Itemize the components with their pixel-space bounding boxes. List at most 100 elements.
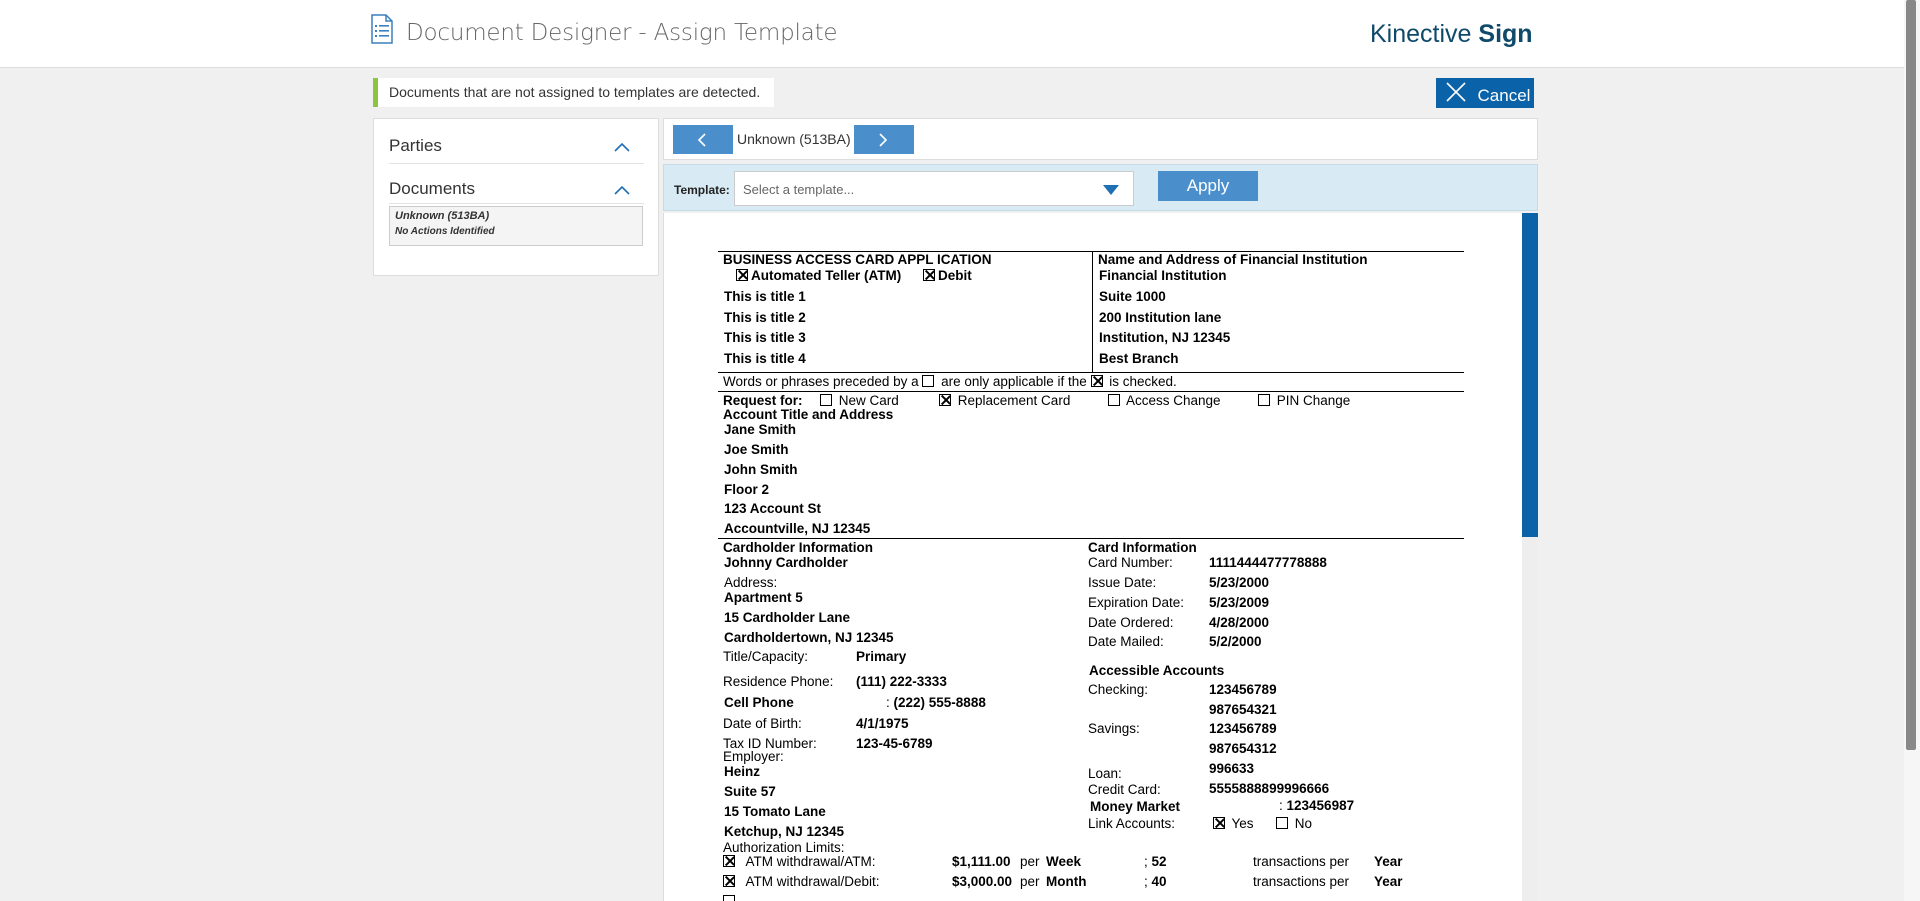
limit-next bbox=[723, 894, 738, 901]
residence-phone-value: (111) 222-3333 bbox=[856, 674, 947, 689]
parties-header[interactable]: Parties bbox=[389, 136, 630, 156]
card-field-label: Expiration Date: bbox=[1088, 595, 1185, 610]
card-field-label: Issue Date: bbox=[1088, 575, 1157, 590]
credit-value: 5555888899996666 bbox=[1209, 781, 1330, 796]
savings-value: 123456789 bbox=[1209, 721, 1277, 736]
chevron-left-icon bbox=[697, 133, 706, 147]
title-line: This is title 3 bbox=[724, 330, 806, 345]
limit-debit: ATM withdrawal/Debit: bbox=[723, 874, 880, 889]
document-viewer[interactable]: BUSINESS ACCESS CARD APPL ICATION Automa… bbox=[663, 213, 1538, 901]
employer-line: 15 Tomato Lane bbox=[724, 804, 826, 819]
close-icon bbox=[1446, 82, 1466, 102]
employer-line: Heinz bbox=[724, 764, 761, 779]
dob-label: Date of Birth: bbox=[723, 716, 802, 731]
title-capacity-value: Primary bbox=[856, 649, 907, 664]
taxid-value: 123-45-6789 bbox=[856, 736, 933, 751]
document-list-item[interactable]: Unknown (513BA) No Actions Identified bbox=[389, 206, 643, 246]
checkbox-checked bbox=[923, 269, 935, 281]
limit-period: Month bbox=[1046, 874, 1087, 889]
account-line: Accountville, NJ 12345 bbox=[724, 521, 871, 536]
limit-amount: $1,111.00 bbox=[952, 854, 1011, 869]
card-field-value: 4/28/2000 bbox=[1209, 615, 1270, 630]
fi-line: Financial Institution bbox=[1099, 268, 1227, 283]
caret-down-icon bbox=[1103, 185, 1119, 195]
checkbox-checked bbox=[723, 855, 735, 867]
request-replacement-card: Replacement Card bbox=[939, 393, 1070, 408]
cardholder-heading: Cardholder Information bbox=[723, 540, 874, 555]
document-list-icon bbox=[371, 14, 393, 44]
parties-label: Parties bbox=[389, 136, 442, 155]
chevron-up-icon[interactable] bbox=[614, 185, 630, 195]
per-label: per bbox=[1020, 854, 1040, 869]
page-scrollbar[interactable] bbox=[1904, 0, 1920, 901]
brand-bold: Sign bbox=[1478, 20, 1533, 48]
card-field-value: 5/23/2009 bbox=[1209, 595, 1270, 610]
cell-phone-label: Cell Phone bbox=[724, 695, 794, 710]
employer-line: Suite 57 bbox=[724, 784, 776, 799]
document-name: Unknown (513BA) bbox=[395, 210, 490, 222]
employer-line: Ketchup, NJ 12345 bbox=[724, 824, 845, 839]
checkbox-checked bbox=[736, 269, 748, 281]
link-accounts-label: Link Accounts: bbox=[1088, 816, 1176, 831]
divider bbox=[389, 163, 644, 164]
checkbox-empty bbox=[723, 895, 735, 901]
documents-label: Documents bbox=[389, 179, 475, 198]
limit-per: Year bbox=[1374, 854, 1403, 869]
money-market-value: : 123456987 bbox=[1279, 798, 1355, 813]
words-note: Words or phrases preceded by a are only … bbox=[723, 374, 1177, 389]
viewer-scrollbar-thumb[interactable] bbox=[1522, 213, 1538, 537]
checkbox-checked bbox=[1213, 817, 1225, 829]
divider bbox=[389, 203, 644, 204]
document-status: No Actions Identified bbox=[395, 226, 495, 237]
card-heading: Card Information bbox=[1088, 540, 1197, 555]
loan-value: 996633 bbox=[1209, 761, 1255, 776]
rule bbox=[718, 372, 1464, 373]
fi-line: Best Branch bbox=[1099, 351, 1179, 366]
address-line: Apartment 5 bbox=[724, 590, 803, 605]
link-no: No bbox=[1276, 816, 1312, 831]
template-placeholder: Select a template... bbox=[743, 182, 855, 197]
card-field-value: 5/2/2000 bbox=[1209, 634, 1262, 649]
chevron-up-icon[interactable] bbox=[614, 142, 630, 152]
viewer-scrollbar[interactable] bbox=[1522, 213, 1538, 901]
current-document-label: Unknown (513BA) bbox=[737, 131, 851, 147]
limit-count: ; 52 bbox=[1144, 854, 1167, 869]
page-title: Document Designer - Assign Template bbox=[406, 20, 838, 46]
request-label: Request for: bbox=[723, 393, 803, 408]
card-field-label: Card Number: bbox=[1088, 555, 1173, 570]
previous-document-button[interactable] bbox=[673, 125, 733, 154]
limit-period: Week bbox=[1046, 854, 1082, 869]
checkbox-empty bbox=[1258, 394, 1270, 406]
documents-header[interactable]: Documents bbox=[389, 179, 630, 199]
account-line: 123 Account St bbox=[724, 501, 822, 516]
cardholder-name: Johnny Cardholder bbox=[724, 555, 848, 570]
apply-button[interactable]: Apply bbox=[1158, 171, 1258, 201]
form-heading: BUSINESS ACCESS CARD APPL ICATION bbox=[723, 252, 992, 267]
savings-label: Savings: bbox=[1088, 721, 1140, 736]
checkbox-empty bbox=[1108, 394, 1120, 406]
brand-logo: Kinective Sign bbox=[1370, 20, 1533, 49]
card-field-label: Date Mailed: bbox=[1088, 634, 1164, 649]
savings-value: 987654312 bbox=[1209, 741, 1277, 756]
request-new-card: New Card bbox=[820, 393, 899, 408]
account-heading: Account Title and Address bbox=[723, 407, 894, 422]
loan-label: Loan: bbox=[1088, 766, 1122, 781]
page-scrollbar-thumb[interactable] bbox=[1906, 0, 1916, 750]
checking-value: 123456789 bbox=[1209, 682, 1277, 697]
rule bbox=[718, 538, 1464, 539]
fi-heading: Name and Address of Financial Institutio… bbox=[1098, 252, 1368, 267]
limit-atm: ATM withdrawal/ATM: bbox=[723, 854, 876, 869]
template-select[interactable]: Select a template... bbox=[734, 171, 1134, 206]
next-document-button[interactable] bbox=[854, 125, 914, 154]
checking-value: 987654321 bbox=[1209, 702, 1277, 717]
checkbox-empty bbox=[1276, 817, 1288, 829]
transactions-per-label: transactions per bbox=[1253, 874, 1350, 889]
card-field-value: 1111444477778888 bbox=[1209, 555, 1327, 570]
account-line: John Smith bbox=[724, 462, 798, 477]
money-market-label: Money Market bbox=[1090, 799, 1181, 814]
cancel-button[interactable]: Cancel bbox=[1436, 78, 1534, 108]
dob-value: 4/1/1975 bbox=[856, 716, 909, 731]
checkbox-empty bbox=[922, 375, 935, 387]
template-bar: Template: Select a template... Apply bbox=[663, 164, 1538, 211]
top-bar: Document Designer - Assign Template Kine… bbox=[0, 0, 1904, 68]
